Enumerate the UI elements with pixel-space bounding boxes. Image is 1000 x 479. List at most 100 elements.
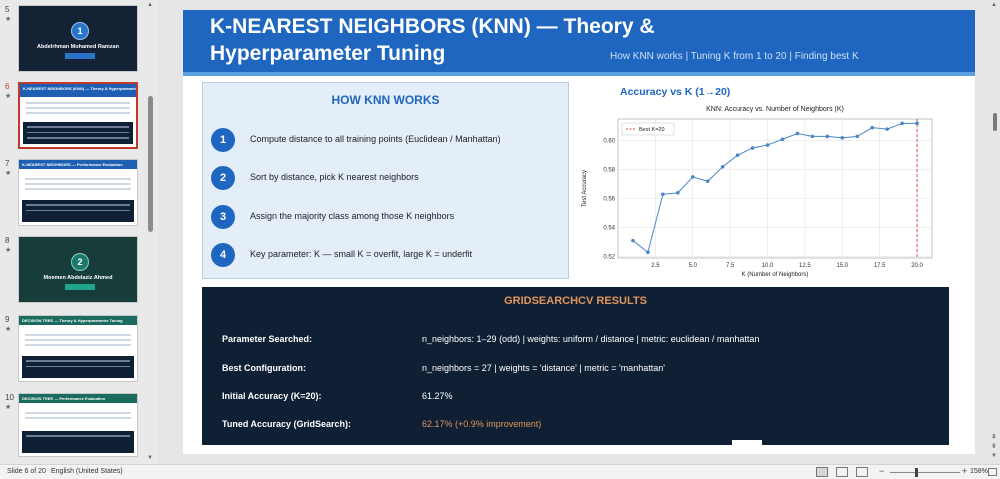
scroll-down-arrow-icon[interactable]: ▼ — [991, 453, 997, 459]
data-point — [690, 175, 695, 179]
y-tick-label: 0.52 — [603, 255, 615, 261]
thumbnail-number: 7 — [5, 159, 10, 168]
data-point — [870, 125, 874, 130]
slide-thumbnail[interactable]: 2 Moemen Abdelaziz Ahmed — [18, 236, 138, 303]
star-icon: ★ — [5, 93, 12, 100]
data-point — [825, 134, 830, 139]
accuracy-vs-k-chart[interactable]: KNN: Accuracy vs. Number of Neighbors (K… — [575, 100, 955, 280]
thumbnail-footer — [22, 200, 134, 222]
y-tick-label: 0.56 — [603, 197, 615, 203]
step-text: Compute distance to all training points … — [250, 134, 501, 144]
slide-thumbnail-selected[interactable]: K-NEAREST NEIGHBORS (KNN) — Theory & Hyp… — [18, 82, 138, 149]
step-item: 1 Compute distance to all training point… — [211, 128, 567, 152]
thumbnail-body — [22, 175, 134, 200]
thumbnail-scrollbar[interactable] — [148, 96, 153, 232]
fit-to-window-icon[interactable] — [988, 468, 997, 476]
slide-thumbnail[interactable]: K-NEAREST NEIGHBORS — Performance Evalua… — [18, 159, 138, 226]
slide-thumbnail-pane: 5 ★ 1 Abdelrhman Mohamed Ramzan 6 ★ K-NE… — [0, 0, 158, 464]
data-point — [661, 192, 665, 197]
data-point — [735, 153, 740, 157]
language-indicator[interactable]: English (United States) — [51, 468, 123, 475]
y-tick-label: 0.60 — [603, 139, 615, 145]
data-point — [646, 250, 650, 255]
zoom-out-icon[interactable]: − — [879, 466, 884, 476]
legend-label: Best K=20 — [639, 127, 665, 133]
x-tick-label: 2.5 — [651, 263, 660, 269]
thumbnail-number: 9 — [5, 315, 10, 324]
step-number: 3 — [211, 205, 235, 229]
x-tick-label: 17.5 — [874, 263, 886, 269]
result-value: n_neighbors: 1–29 (odd) | weights: unifo… — [422, 334, 760, 344]
thumbnail-name: Abdelrhman Mohamed Ramzan — [37, 44, 119, 50]
how-knn-works-panel[interactable]: HOW KNN WORKS 1 Compute distance to all … — [202, 82, 569, 279]
result-label: Parameter Searched: — [222, 334, 313, 344]
thumbnail-tag — [65, 284, 95, 290]
thumbnail-body — [22, 331, 134, 356]
result-value-highlight: 62.17% (+0.9% improvement) — [422, 419, 542, 429]
slide-canvas[interactable]: K-NEAREST NEIGHBORS (KNN) — Theory & Hyp… — [183, 10, 975, 454]
slide-subtitle[interactable]: How KNN works | Tuning K from 1 to 20 | … — [610, 51, 859, 62]
section-number-circle: 2 — [71, 253, 89, 271]
result-label: Best Configuration: — [222, 363, 306, 373]
step-number: 1 — [211, 128, 235, 152]
panel-notch — [732, 440, 762, 454]
star-icon: ★ — [5, 404, 12, 411]
data-point — [750, 146, 755, 150]
data-point — [720, 164, 725, 169]
result-label: Tuned Accuracy (GridSearch): — [222, 419, 352, 429]
section-number-circle: 1 — [71, 22, 89, 40]
result-value: 61.27% — [422, 391, 453, 401]
step-item: 4 Key parameter: K — small K = overfit, … — [211, 243, 567, 267]
title-underline — [183, 72, 975, 76]
scroll-up-arrow-icon[interactable]: ▲ — [147, 2, 153, 8]
data-point — [765, 143, 770, 147]
slide-thumbnail[interactable]: 1 Abdelrhman Mohamed Ramzan — [18, 5, 138, 72]
slide-scrollbar-track[interactable] — [990, 0, 1000, 464]
scroll-up-arrow-icon[interactable]: ▲ — [991, 2, 997, 8]
x-tick-label: 7.5 — [726, 263, 735, 269]
data-point — [676, 191, 680, 195]
zoom-slider[interactable] — [890, 472, 960, 473]
scroll-down-arrow-icon[interactable]: ▼ — [147, 455, 153, 461]
data-point — [915, 121, 919, 126]
status-bar: Slide 6 of 20 English (United States) − … — [0, 464, 1000, 479]
slide-thumbnail[interactable]: DECISION TREE — Theory & Hyperparameter … — [18, 315, 138, 382]
thumbnail-body — [23, 99, 133, 124]
previous-slide-icon[interactable]: ⇞ — [991, 433, 997, 441]
zoom-slider-handle[interactable] — [915, 468, 918, 477]
x-axis-label: K (Number of Neighbors) — [742, 272, 809, 278]
gridsearch-results-panel[interactable]: GRIDSEARCHCV RESULTS Parameter Searched:… — [202, 287, 949, 445]
step-text: Sort by distance, pick K nearest neighbo… — [250, 172, 419, 182]
slide-sorter-button[interactable] — [836, 467, 848, 477]
data-point — [840, 136, 845, 140]
data-point — [810, 134, 815, 139]
step-item: 2 Sort by distance, pick K nearest neigh… — [211, 166, 567, 190]
slide-title-line2[interactable]: Hyperparameter Tuning — [210, 42, 445, 66]
slide-thumbnail[interactable]: DECISION TREE — Performance Evaluation — [18, 393, 138, 457]
x-tick-label: 15.0 — [836, 263, 848, 269]
data-point — [795, 131, 800, 136]
results-title: GRIDSEARCHCV RESULTS — [504, 295, 647, 307]
zoom-in-icon[interactable]: + — [962, 466, 967, 476]
result-value: n_neighbors = 27 | weights = 'distance' … — [422, 363, 665, 373]
x-tick-label: 20.0 — [911, 263, 923, 269]
data-point — [705, 179, 710, 184]
data-point — [631, 238, 635, 243]
star-icon: ★ — [5, 16, 12, 23]
normal-view-button[interactable] — [816, 467, 828, 477]
reading-view-button[interactable] — [856, 467, 868, 477]
y-axis-label: Test Accuracy — [582, 170, 588, 207]
thumbnail-tag — [65, 53, 95, 59]
next-slide-icon[interactable]: ⇟ — [991, 442, 997, 450]
x-tick-label: 12.5 — [799, 263, 811, 269]
zoom-level[interactable]: 158% — [970, 468, 988, 475]
thumbnail-number: 5 — [5, 5, 10, 14]
star-icon: ★ — [5, 247, 12, 254]
chart-title: KNN: Accuracy vs. Number of Neighbors (K… — [706, 106, 844, 113]
title-bar: K-NEAREST NEIGHBORS (KNN) — Theory & Hyp… — [183, 10, 975, 72]
thumbnail-number: 10 — [5, 393, 14, 402]
slide-scrollbar-thumb[interactable] — [993, 113, 997, 131]
y-tick-label: 0.54 — [603, 226, 615, 232]
thumbnail-footer — [22, 356, 134, 378]
slide-title[interactable]: K-NEAREST NEIGHBORS (KNN) — Theory & — [210, 15, 655, 39]
